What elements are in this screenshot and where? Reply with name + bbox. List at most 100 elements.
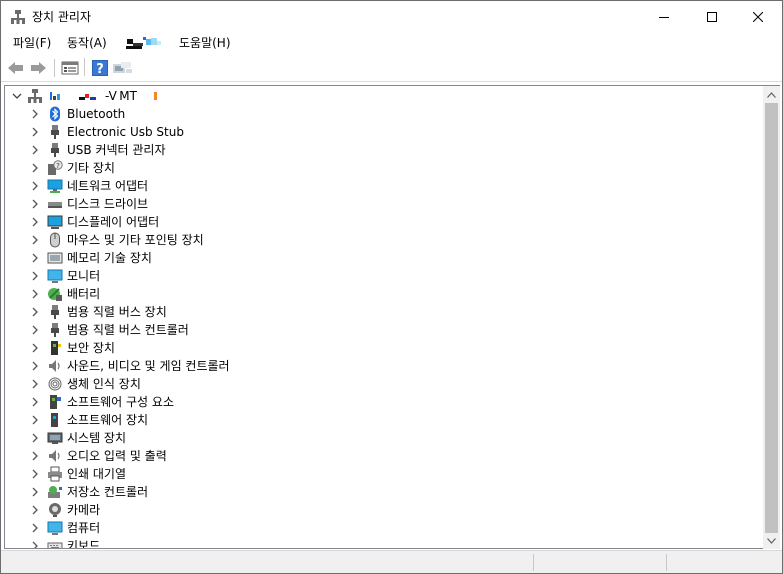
tree-category-row[interactable]: 시스템 장치 [5, 429, 761, 447]
tree-category-row[interactable]: 인쇄 대기열 [5, 465, 761, 483]
chevron-right-icon[interactable] [29, 144, 41, 156]
redacted-menu-label-icon [126, 37, 161, 49]
chevron-right-icon[interactable] [29, 216, 41, 228]
chevron-right-icon[interactable] [29, 378, 41, 390]
tree-category-row[interactable]: 메모리 기술 장치 [5, 249, 761, 267]
scroll-down-button[interactable] [763, 532, 780, 549]
chevron-right-icon[interactable] [29, 162, 41, 174]
tree-category-row[interactable]: USB 커넥터 관리자 [5, 141, 761, 159]
tree-category-row[interactable]: 생체 인식 장치 [5, 375, 761, 393]
tree-category-row[interactable]: 저장소 컨트롤러 [5, 483, 761, 501]
tree-category-label: 시스템 장치 [67, 431, 127, 445]
tree-category-row[interactable]: Electronic Usb Stub [5, 123, 761, 141]
tree-category-row[interactable]: 컴퓨터 [5, 519, 761, 537]
tree-category-row[interactable]: 범용 직렬 버스 장치 [5, 303, 761, 321]
security-device-icon [47, 340, 63, 356]
chevron-right-icon[interactable] [29, 234, 41, 246]
tree-category-row[interactable]: 소프트웨어 구성 요소 [5, 393, 761, 411]
tree-category-row[interactable]: 보안 장치 [5, 339, 761, 357]
menu-view[interactable] [123, 33, 171, 55]
chevron-right-icon[interactable] [29, 468, 41, 480]
chevron-right-icon[interactable] [29, 180, 41, 192]
update-driver-button[interactable] [112, 57, 134, 79]
tree-category-row[interactable]: ? 기타 장치 [5, 159, 761, 177]
tree-category-row[interactable]: 소프트웨어 장치 [5, 411, 761, 429]
chevron-right-icon[interactable] [29, 540, 41, 548]
tree-category-row[interactable]: 범용 직렬 버스 컨트롤러 [5, 321, 761, 339]
tree-category-row[interactable]: 디스크 드라이브 [5, 195, 761, 213]
usb-plug-icon [47, 142, 63, 158]
tree-category-label: 카메라 [67, 503, 101, 517]
forward-button[interactable] [27, 57, 49, 79]
tree-category-row[interactable]: 카메라 [5, 501, 761, 519]
back-arrow-icon [8, 62, 23, 74]
tree-category-label: 모니터 [67, 269, 101, 283]
scroll-thumb[interactable] [765, 103, 778, 533]
chevron-right-icon[interactable] [29, 486, 41, 498]
help-button[interactable]: ? [89, 57, 111, 79]
bluetooth-icon [47, 106, 63, 122]
title-bar[interactable]: 장치 관리자 [1, 1, 782, 32]
tree-category-row[interactable]: 마우스 및 기타 포인팅 장치 [5, 231, 761, 249]
chevron-right-icon[interactable] [29, 360, 41, 372]
back-button[interactable] [5, 57, 27, 79]
chevron-down-icon[interactable] [11, 90, 23, 102]
minimize-icon [659, 16, 669, 18]
chevron-right-icon[interactable] [29, 306, 41, 318]
properties-button[interactable] [60, 57, 82, 79]
tree-category-row[interactable]: 오디오 입력 및 출력 [5, 447, 761, 465]
vertical-scrollbar[interactable] [763, 86, 780, 549]
chevron-right-icon[interactable] [29, 198, 41, 210]
usb-plug-icon [47, 124, 63, 140]
close-icon [753, 11, 763, 22]
tree-category-label: 컴퓨터 [67, 521, 101, 535]
unknown-device-icon: ? [47, 160, 63, 176]
device-tree[interactable]: -V MT Bluetooth Electronic Usb Stub USB 커넥… [4, 85, 780, 549]
forward-arrow-icon [31, 62, 46, 74]
device-manager-window: 장치 관리자 파일(F) 동작(A) 도움말(H) ? -V MT Blueto… [0, 0, 783, 574]
chevron-right-icon[interactable] [29, 504, 41, 516]
tree-category-label: 키보드 [67, 539, 101, 549]
tree-root-row[interactable]: -V MT [5, 87, 761, 105]
chevron-right-icon[interactable] [29, 252, 41, 264]
tree-category-label: 기타 장치 [67, 161, 115, 175]
chevron-right-icon[interactable] [29, 324, 41, 336]
chevron-right-icon[interactable] [29, 450, 41, 462]
chevron-right-icon[interactable] [29, 414, 41, 426]
chevron-right-icon[interactable] [29, 270, 41, 282]
mouse-icon [47, 232, 63, 248]
tree-category-row[interactable]: Bluetooth [5, 105, 761, 123]
chevron-right-icon[interactable] [29, 288, 41, 300]
scroll-up-arrow-icon [767, 91, 776, 98]
scroll-down-arrow-icon [767, 537, 776, 544]
menu-file[interactable]: 파일(F) [11, 35, 53, 51]
tree-category-label: Electronic Usb Stub [67, 125, 184, 139]
chevron-right-icon[interactable] [29, 432, 41, 444]
close-button[interactable] [735, 1, 781, 32]
tree-category-row[interactable]: 배터리 [5, 285, 761, 303]
chevron-right-icon[interactable] [29, 108, 41, 120]
speaker-icon [47, 448, 63, 464]
tree-category-row[interactable]: 키보드 [5, 537, 761, 549]
tree-category-label: 디스크 드라이브 [67, 197, 149, 211]
tree-category-row[interactable]: 모니터 [5, 267, 761, 285]
chevron-right-icon[interactable] [29, 342, 41, 354]
tree-category-row[interactable]: 사운드, 비디오 및 게임 컨트롤러 [5, 357, 761, 375]
usb-plug-icon [47, 304, 63, 320]
tree-category-row[interactable]: 디스플레이 어댑터 [5, 213, 761, 231]
printer-icon [47, 466, 63, 482]
maximize-button[interactable] [689, 1, 735, 32]
minimize-button[interactable] [641, 1, 687, 32]
menu-help[interactable]: 도움말(H) [177, 35, 233, 51]
chevron-right-icon[interactable] [29, 126, 41, 138]
scroll-up-button[interactable] [763, 86, 780, 103]
redacted-name-icon [49, 88, 103, 104]
menu-action[interactable]: 동작(A) [65, 35, 109, 51]
usb-plug-icon [47, 322, 63, 338]
tree-category-row[interactable]: 네트워크 어댑터 [5, 177, 761, 195]
chevron-right-icon[interactable] [29, 522, 41, 534]
chevron-right-icon[interactable] [29, 396, 41, 408]
system-device-icon [47, 430, 63, 446]
speaker-icon [47, 358, 63, 374]
tree-category-label: 생체 인식 장치 [67, 377, 141, 391]
